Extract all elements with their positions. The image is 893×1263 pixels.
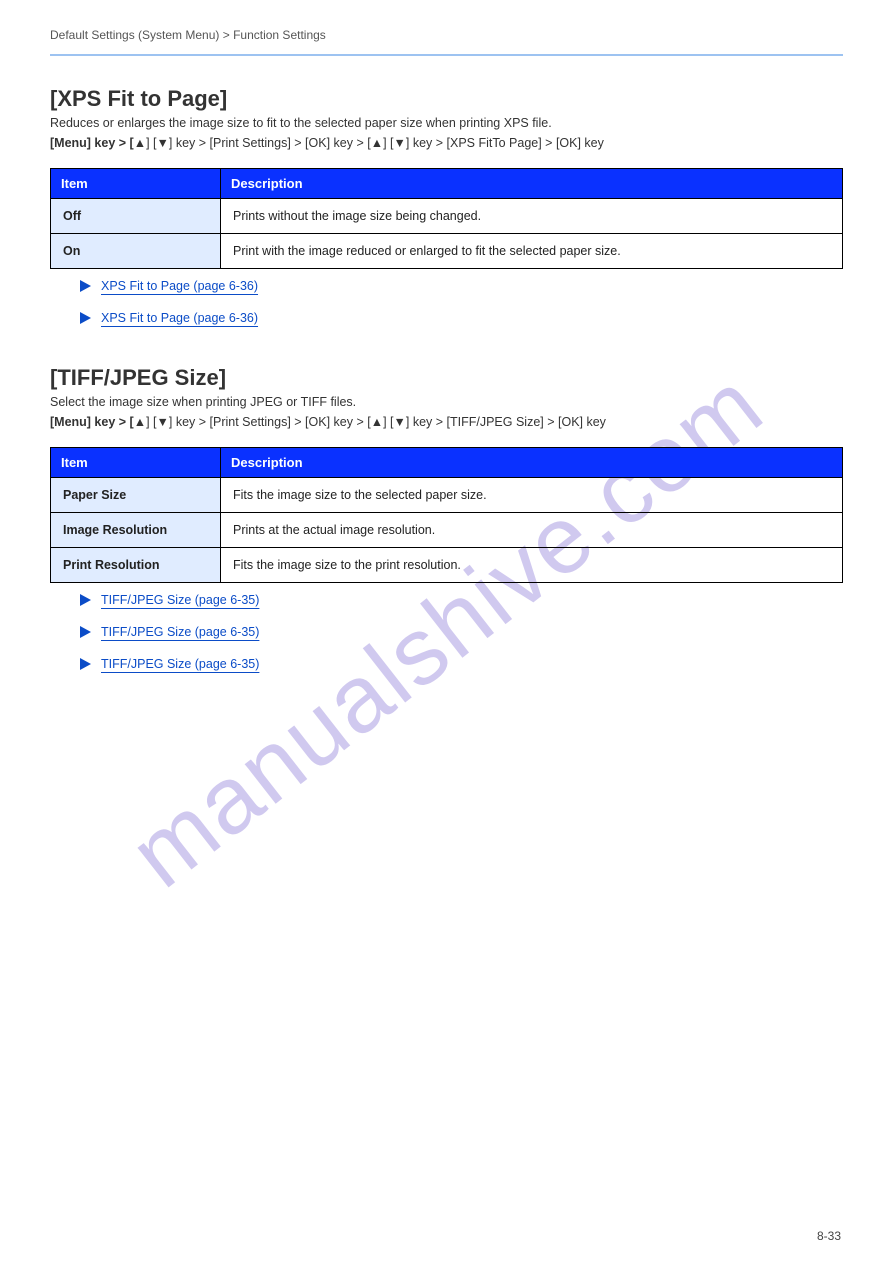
- cross-ref-link[interactable]: TIFF/JPEG Size (page 6-35): [101, 593, 259, 607]
- up-arrow-icon: ▲: [134, 136, 146, 150]
- cross-ref-link[interactable]: XPS Fit to Page (page 6-36): [101, 311, 258, 325]
- link-row: TIFF/JPEG Size (page 6-35): [80, 657, 843, 671]
- cross-ref-link[interactable]: TIFF/JPEG Size (page 6-35): [101, 657, 259, 671]
- config-text: ] key > [Print Settings] > [OK] key > [: [169, 415, 371, 429]
- cell-value: Fits the image size to the selected pape…: [221, 478, 843, 513]
- config-text2: ] key > [TIFF/JPEG Size] > [OK] key: [406, 415, 606, 429]
- cross-ref-link[interactable]: TIFF/JPEG Size (page 6-35): [101, 625, 259, 639]
- table-row: Paper Size Fits the image size to the se…: [51, 478, 843, 513]
- down-arrow-icon: ▼: [157, 136, 169, 150]
- arrow-icon: [80, 658, 91, 670]
- table-row: Off Prints without the image size being …: [51, 199, 843, 234]
- table-row: On Print with the image reduced or enlar…: [51, 234, 843, 269]
- arrow-icon: [80, 312, 91, 324]
- cell-key: Image Resolution: [51, 513, 221, 548]
- page-content: Default Settings (System Menu) > Functio…: [0, 0, 893, 751]
- down-arrow-icon: ▼: [157, 415, 169, 429]
- section-title-tiff: [TIFF/JPEG Size]: [50, 365, 843, 391]
- section-desc-tiff: Select the image size when printing JPEG…: [50, 395, 843, 409]
- up-arrow-icon: ▲: [371, 136, 383, 150]
- up-arrow-icon: ▲: [371, 415, 383, 429]
- cell-key: On: [51, 234, 221, 269]
- config-path-xps: [Menu] key > [▲] [▼] key > [Print Settin…: [50, 136, 843, 150]
- link-row: TIFF/JPEG Size (page 6-35): [80, 625, 843, 639]
- link-row: TIFF/JPEG Size (page 6-35): [80, 593, 843, 607]
- cross-ref-link[interactable]: XPS Fit to Page (page 6-36): [101, 279, 258, 293]
- table-tiff: Item Description Paper Size Fits the ima…: [50, 447, 843, 583]
- link-row: XPS Fit to Page (page 6-36): [80, 311, 843, 325]
- arrow-icon: [80, 626, 91, 638]
- th-description: Description: [221, 169, 843, 199]
- cell-key: Print Resolution: [51, 548, 221, 583]
- cell-key: Off: [51, 199, 221, 234]
- table-row: Image Resolution Prints at the actual im…: [51, 513, 843, 548]
- section-title-xps: [XPS Fit to Page]: [50, 86, 843, 112]
- th-item: Item: [51, 448, 221, 478]
- config-text: ] key > [Print Settings] > [OK] key > [: [169, 136, 371, 150]
- up-arrow-icon: ▲: [134, 415, 146, 429]
- config-label: [Menu] key > [: [50, 415, 134, 429]
- cell-value: Fits the image size to the print resolut…: [221, 548, 843, 583]
- page-header: Default Settings (System Menu) > Functio…: [50, 28, 843, 48]
- down-arrow-icon: ▼: [394, 136, 406, 150]
- th-item: Item: [51, 169, 221, 199]
- config-label: [Menu] key > [: [50, 136, 134, 150]
- header-breadcrumb: Default Settings (System Menu) > Functio…: [50, 28, 326, 42]
- th-description: Description: [221, 448, 843, 478]
- table-xps: Item Description Off Prints without the …: [50, 168, 843, 269]
- link-list-tiff: TIFF/JPEG Size (page 6-35) TIFF/JPEG Siz…: [80, 593, 843, 671]
- cell-value: Print with the image reduced or enlarged…: [221, 234, 843, 269]
- cell-value: Prints without the image size being chan…: [221, 199, 843, 234]
- cell-value: Prints at the actual image resolution.: [221, 513, 843, 548]
- cell-key: Paper Size: [51, 478, 221, 513]
- config-path-tiff: [Menu] key > [▲] [▼] key > [Print Settin…: [50, 415, 843, 429]
- header-rule: [50, 54, 843, 56]
- config-text2: ] key > [XPS FitTo Page] > [OK] key: [406, 136, 604, 150]
- table-row: Print Resolution Fits the image size to …: [51, 548, 843, 583]
- link-row: XPS Fit to Page (page 6-36): [80, 279, 843, 293]
- link-list-xps: XPS Fit to Page (page 6-36) XPS Fit to P…: [80, 279, 843, 325]
- section-desc-xps: Reduces or enlarges the image size to fi…: [50, 116, 843, 130]
- arrow-icon: [80, 280, 91, 292]
- arrow-icon: [80, 594, 91, 606]
- down-arrow-icon: ▼: [394, 415, 406, 429]
- page-number: 8-33: [817, 1229, 841, 1243]
